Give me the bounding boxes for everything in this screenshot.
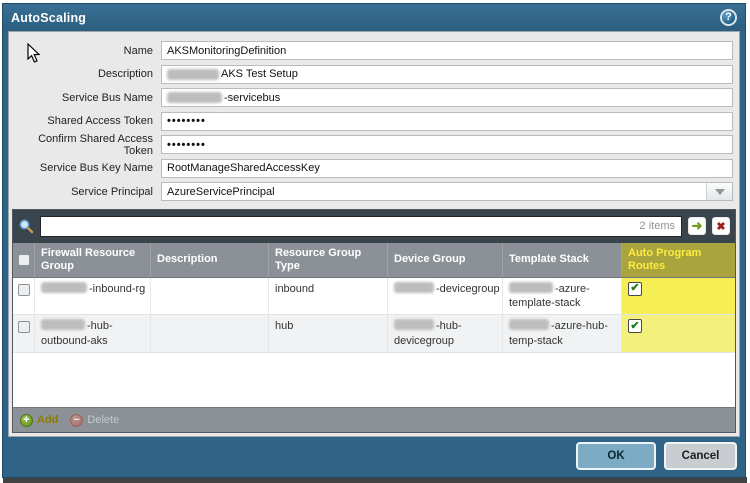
cell-template-stack: -azure-hub-temp-stack [503,315,622,352]
cell-firewall-resource-group: -hub-outbound-aks [35,315,151,352]
cell-device-group: -devicegroup [388,278,503,315]
auto-program-routes-checkbox-checked[interactable] [628,282,642,296]
add-button-label: Add [37,414,58,426]
shared-access-token-value: •••••••• [167,115,206,127]
name-value: AKSMonitoringDefinition [167,45,286,57]
column-header-device-group[interactable]: Device Group [388,243,503,277]
service-principal-dropdown[interactable]: AzureServicePrincipal [161,182,733,201]
row-checkbox-cell [13,315,35,352]
help-icon[interactable]: ? [720,9,737,26]
cell-template-stack: -azure-template-stack [503,278,622,315]
service-bus-name-label: Service Bus Name [9,92,161,104]
cell-text: hub [275,320,293,332]
dialog-content: Name AKSMonitoringDefinition Description… [8,31,740,437]
form-row-name: Name AKSMonitoringDefinition [9,39,739,63]
add-button[interactable]: + Add [20,414,58,427]
service-bus-key-name-label: Service Bus Key Name [9,162,161,174]
table-row[interactable]: -hub-outbound-aks hub -hub-devicegroup -… [13,315,735,353]
row-select-checkbox[interactable] [18,321,30,333]
redacted-text [41,319,85,330]
column-header-template-stack[interactable]: Template Stack [503,243,622,277]
description-value: AKS Test Setup [221,68,298,80]
form-row-description: Description AKS Test Setup [9,63,739,87]
description-input[interactable]: AKS Test Setup [161,65,733,84]
select-all-checkbox[interactable] [18,254,30,266]
service-bus-name-value: -servicebus [224,92,280,104]
form-row-service-bus-key-name: Service Bus Key Name RootManageSharedAcc… [9,157,739,181]
cell-text: -devicegroup [436,283,500,295]
cell-auto-program-routes [622,315,735,352]
redacted-text [167,69,219,80]
redacted-text [509,319,549,330]
ok-button[interactable]: OK [576,442,656,470]
column-header-resource-group-type[interactable]: Resource Group Type [269,243,388,277]
table-row[interactable]: -inbound-rg inbound -devicegroup -azure-… [13,278,735,316]
autoscaling-form: Name AKSMonitoringDefinition Description… [9,32,739,207]
search-icon [18,218,34,234]
cell-description [151,315,269,352]
service-bus-key-name-value: RootManageSharedAccessKey [167,162,320,174]
redacted-text [167,92,222,103]
shared-access-token-input[interactable]: •••••••• [161,112,733,131]
service-principal-value: AzureServicePrincipal [167,186,275,198]
form-row-confirm-shared-access-token: Confirm Shared Access Token •••••••• [9,133,739,157]
name-input[interactable]: AKSMonitoringDefinition [161,41,733,60]
column-header-description[interactable]: Description [151,243,269,277]
dialog-titlebar: AutoScaling ? [3,4,745,31]
cell-resource-group-type: inbound [269,278,388,315]
redacted-text [509,282,553,293]
dialog-title: AutoScaling [11,11,86,25]
confirm-shared-access-token-input[interactable]: •••••••• [161,135,733,154]
cell-firewall-resource-group: -inbound-rg [35,278,151,315]
cell-text: inbound [275,283,314,295]
confirm-shared-access-token-value: •••••••• [167,139,206,151]
grid-footer: + Add − Delete [13,407,735,432]
cell-resource-group-type: hub [269,315,388,352]
autoscaling-dialog: AutoScaling ? Name AKSMonitoringDefiniti… [2,3,746,478]
redacted-text [41,282,87,293]
service-bus-name-input[interactable]: -servicebus [161,88,733,107]
redacted-text [394,282,434,293]
confirm-shared-access-token-label: Confirm Shared Access Token [9,133,161,157]
plus-icon: + [20,414,33,427]
form-row-service-principal: Service Principal AzureServicePrincipal [9,180,739,204]
column-header-firewall-resource-group[interactable]: Firewall Resource Group [35,243,151,277]
search-input[interactable]: 2 items [40,216,682,237]
apply-filter-button[interactable]: ➜ [688,217,706,235]
grid-empty-area [13,353,735,407]
service-principal-dropdown-button[interactable] [706,183,732,200]
cell-text: -inbound-rg [89,283,145,295]
shared-access-token-label: Shared Access Token [9,115,161,127]
firewall-resource-group-grid: 2 items ➜ ✖ Firewall Resource Group Desc… [12,209,736,434]
column-header-auto-program-routes[interactable]: Auto Program Routes [622,243,735,277]
grid-header-row: Firewall Resource Group Description Reso… [13,243,735,278]
items-count-label: 2 items [640,220,675,232]
chevron-down-icon [715,189,725,195]
delete-button[interactable]: − Delete [70,414,119,427]
auto-program-routes-checkbox-checked[interactable] [628,319,642,333]
name-label: Name [9,45,161,57]
service-bus-key-name-input[interactable]: RootManageSharedAccessKey [161,159,733,178]
cell-device-group: -hub-devicegroup [388,315,503,352]
form-row-shared-access-token: Shared Access Token •••••••• [9,110,739,134]
description-label: Description [9,68,161,80]
cell-auto-program-routes [622,278,735,315]
cancel-button[interactable]: Cancel [664,442,737,470]
clear-filter-button[interactable]: ✖ [712,217,730,235]
grid-toolbar: 2 items ➜ ✖ [13,210,735,243]
row-select-checkbox[interactable] [18,284,30,296]
form-row-service-bus-name: Service Bus Name -servicebus [9,86,739,110]
service-principal-label: Service Principal [9,186,161,198]
redacted-text [394,319,434,330]
cell-description [151,278,269,315]
select-all-checkbox-cell [13,243,35,277]
row-checkbox-cell [13,278,35,315]
minus-icon: − [70,414,83,427]
delete-button-label: Delete [87,414,119,426]
autoscaling-dialog-screen: AutoScaling ? Name AKSMonitoringDefiniti… [0,0,750,483]
